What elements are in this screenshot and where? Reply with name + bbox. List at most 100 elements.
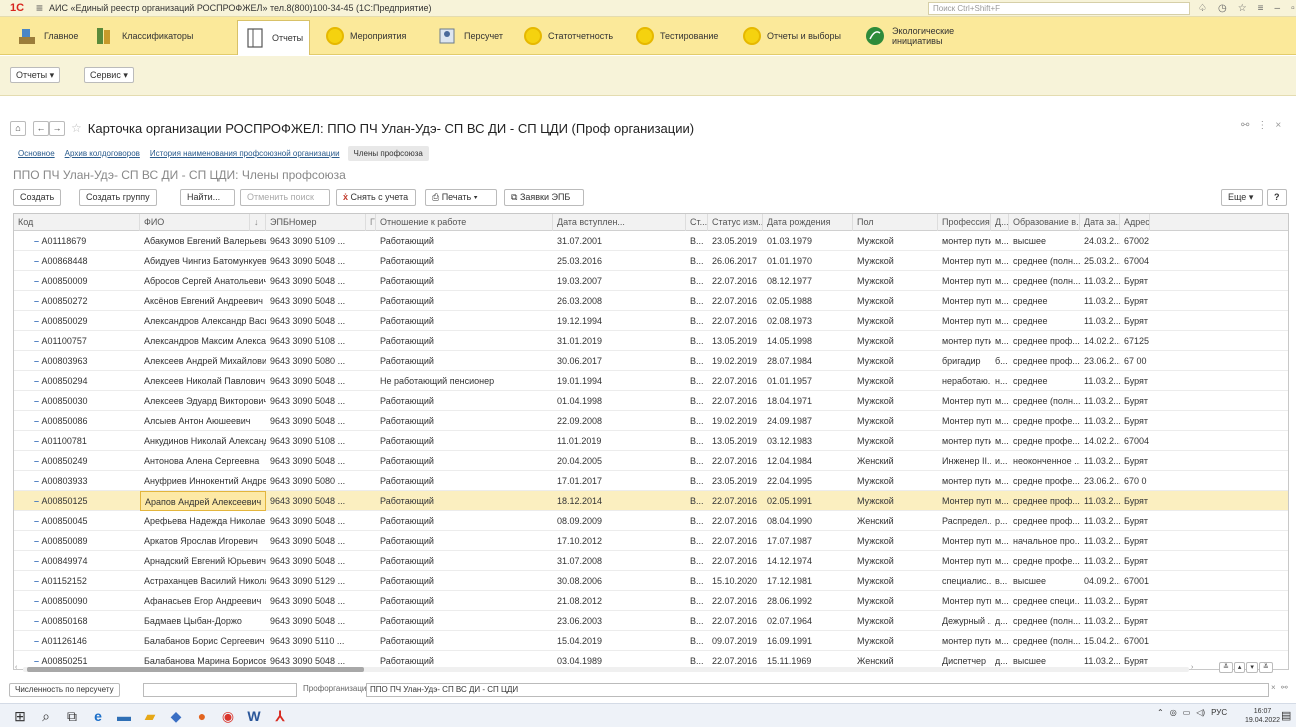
table-cell[interactable]: Работающий — [376, 271, 553, 291]
table-cell[interactable]: 11.03.2... — [1080, 311, 1120, 331]
table-cell[interactable]: 11.03.2... — [1080, 531, 1120, 551]
notifications-icon[interactable]: ▤ — [1281, 709, 1291, 722]
table-cell[interactable]: Мужской — [853, 371, 938, 391]
find-button[interactable]: Найти... — [180, 189, 235, 206]
table-cell[interactable]: Алексеев Николай Павлович — [140, 371, 266, 391]
table-cell[interactable]: 17.07.1987 — [763, 531, 853, 551]
table-cell[interactable]: 22.07.2016 — [708, 491, 763, 511]
table-cell[interactable]: м... — [991, 231, 1009, 251]
table-cell[interactable]: Монтер пути — [938, 251, 991, 271]
table-cell[interactable]: 67001 — [1120, 571, 1150, 591]
scroll-thumb[interactable] — [27, 667, 364, 672]
table-cell[interactable]: Мужской — [853, 531, 938, 551]
table-cell[interactable]: Монтер пути — [938, 291, 991, 311]
table-cell[interactable]: 14.02.2... — [1080, 331, 1120, 351]
table-cell[interactable]: монтер пути — [938, 631, 991, 651]
table-cell[interactable]: 23.06.2003 — [553, 611, 686, 631]
table-cell[interactable]: 9643 3090 5109 ... — [266, 231, 376, 251]
table-cell[interactable]: Анкудинов Николай Александрович — [140, 431, 266, 451]
table-cell[interactable]: Бурят — [1120, 491, 1150, 511]
table-cell[interactable]: Мужской — [853, 411, 938, 431]
table-cell[interactable]: м... — [991, 591, 1009, 611]
table-cell[interactable]: В... — [686, 511, 708, 531]
table-cell[interactable]: м... — [991, 291, 1009, 311]
table-cell[interactable]: 22.07.2016 — [708, 371, 763, 391]
table-cell[interactable]: 02.05.1988 — [763, 291, 853, 311]
table-cell[interactable]: 11.03.2... — [1080, 591, 1120, 611]
table-cell[interactable]: м... — [991, 391, 1009, 411]
volume-icon[interactable]: ◁) — [1196, 708, 1205, 717]
section-eco[interactable]: Экологические инициативы — [858, 20, 978, 52]
app-icon-3[interactable]: ● — [194, 708, 210, 724]
settings-menu-icon[interactable]: ≡ — [1258, 3, 1264, 14]
table-cell[interactable]: 9643 3090 5048 ... — [266, 271, 376, 291]
table-cell[interactable]: 11.03.2... — [1080, 271, 1120, 291]
table-cell[interactable]: 25.03.2016 — [553, 251, 686, 271]
table-cell[interactable]: Работающий — [376, 491, 553, 511]
table-cell[interactable]: среднее (полн... — [1009, 271, 1080, 291]
table-cell[interactable]: 11.01.2019 — [553, 431, 686, 451]
table-cell[interactable]: Бадмаев Цыбан-Доржо — [140, 611, 266, 631]
table-cell[interactable]: В... — [686, 551, 708, 571]
table-cell[interactable]: Работающий — [376, 631, 553, 651]
table-cell[interactable]: 9643 3090 5129 ... — [266, 571, 376, 591]
network-icon[interactable]: ▭ — [1183, 708, 1191, 717]
table-cell[interactable]: – A00850045 — [14, 511, 140, 531]
table-cell[interactable]: 17.01.2017 — [553, 471, 686, 491]
bell-icon[interactable]: ♤ — [1198, 3, 1207, 14]
table-cell[interactable]: 01.01.1957 — [763, 371, 853, 391]
table-cell[interactable]: Инженер II... — [938, 451, 991, 471]
table-row[interactable]: – A00850125 Арапов Андрей Алексеевич 9643 … — [14, 491, 1288, 511]
home-button[interactable]: ⌂ — [10, 120, 26, 136]
table-cell[interactable]: Александров Александр Васильевич — [140, 311, 266, 331]
table-cell[interactable]: 23.06.2... — [1080, 351, 1120, 371]
table-cell[interactable]: м... — [991, 411, 1009, 431]
table-cell[interactable]: 9643 3090 5048 ... — [266, 411, 376, 431]
table-cell[interactable]: – A00850029 — [14, 311, 140, 331]
table-cell[interactable]: среднее (полн... — [1009, 611, 1080, 631]
table-cell[interactable]: Мужской — [853, 491, 938, 511]
table-cell[interactable]: начальное про... — [1009, 531, 1080, 551]
table-cell[interactable]: Алексеев Эдуард Викторович — [140, 391, 266, 411]
table-cell[interactable]: 19.02.2019 — [708, 411, 763, 431]
history-icon[interactable]: ◷ — [1218, 3, 1227, 14]
table-cell[interactable]: среднее — [1009, 371, 1080, 391]
table-cell[interactable]: 67001 — [1120, 631, 1150, 651]
table-cell[interactable]: Работающий — [376, 411, 553, 431]
table-cell[interactable]: 11.03.2... — [1080, 291, 1120, 311]
form-close-icon[interactable]: × — [1275, 120, 1289, 131]
table-cell[interactable]: Мужской — [853, 271, 938, 291]
table-cell[interactable]: В... — [686, 311, 708, 331]
table-cell[interactable]: 23.05.2019 — [708, 471, 763, 491]
col-address[interactable]: Адрес — [1120, 214, 1150, 231]
section-classifiers[interactable]: Классификаторы — [88, 20, 199, 52]
table-cell[interactable]: – A00850086 — [14, 411, 140, 431]
table-cell[interactable]: Мужской — [853, 611, 938, 631]
table-row[interactable]: – A00850168 Бадмаев Цыбан-Доржо 9643 3090 … — [14, 611, 1288, 631]
table-cell[interactable]: 18.12.2014 — [553, 491, 686, 511]
scroll-up-icon[interactable]: ▴ — [1233, 662, 1246, 673]
table-cell[interactable]: В... — [686, 291, 708, 311]
table-cell[interactable]: 26.03.2008 — [553, 291, 686, 311]
table-cell[interactable]: Алсыев Антон Аюшеевич — [140, 411, 266, 431]
table-row[interactable]: – A00850249 Антонова Алена Сергеевна 9643 … — [14, 451, 1288, 471]
table-cell[interactable]: Ануфриев Иннокентий Андреевич — [140, 471, 266, 491]
table-cell[interactable]: 08.12.1977 — [763, 271, 853, 291]
table-cell[interactable]: среднее (полн... — [1009, 251, 1080, 271]
table-cell[interactable]: высшее — [1009, 571, 1080, 591]
table-cell[interactable]: Работающий — [376, 351, 553, 371]
cancel-search-button[interactable]: Отменить поиск — [240, 189, 330, 206]
table-cell[interactable]: Распредел... — [938, 511, 991, 531]
table-cell[interactable]: 67 00 — [1120, 351, 1150, 371]
table-cell[interactable]: монтер пути — [938, 431, 991, 451]
clear-icon[interactable]: × — [1271, 683, 1276, 692]
section-main[interactable]: Главное — [10, 20, 84, 52]
table-cell[interactable]: 15.04.2019 — [553, 631, 686, 651]
table-row[interactable]: – A00850086 Алсыев Антон Аюшеевич 9643 309… — [14, 411, 1288, 431]
table-cell[interactable]: – A00850249 — [14, 451, 140, 471]
table-cell[interactable]: 9643 3090 5080 ... — [266, 351, 376, 371]
table-cell[interactable]: – A00868448 — [14, 251, 140, 271]
table-cell[interactable]: В... — [686, 631, 708, 651]
table-cell[interactable]: Бурят — [1120, 371, 1150, 391]
table-cell[interactable]: – A00850125 — [14, 491, 140, 511]
